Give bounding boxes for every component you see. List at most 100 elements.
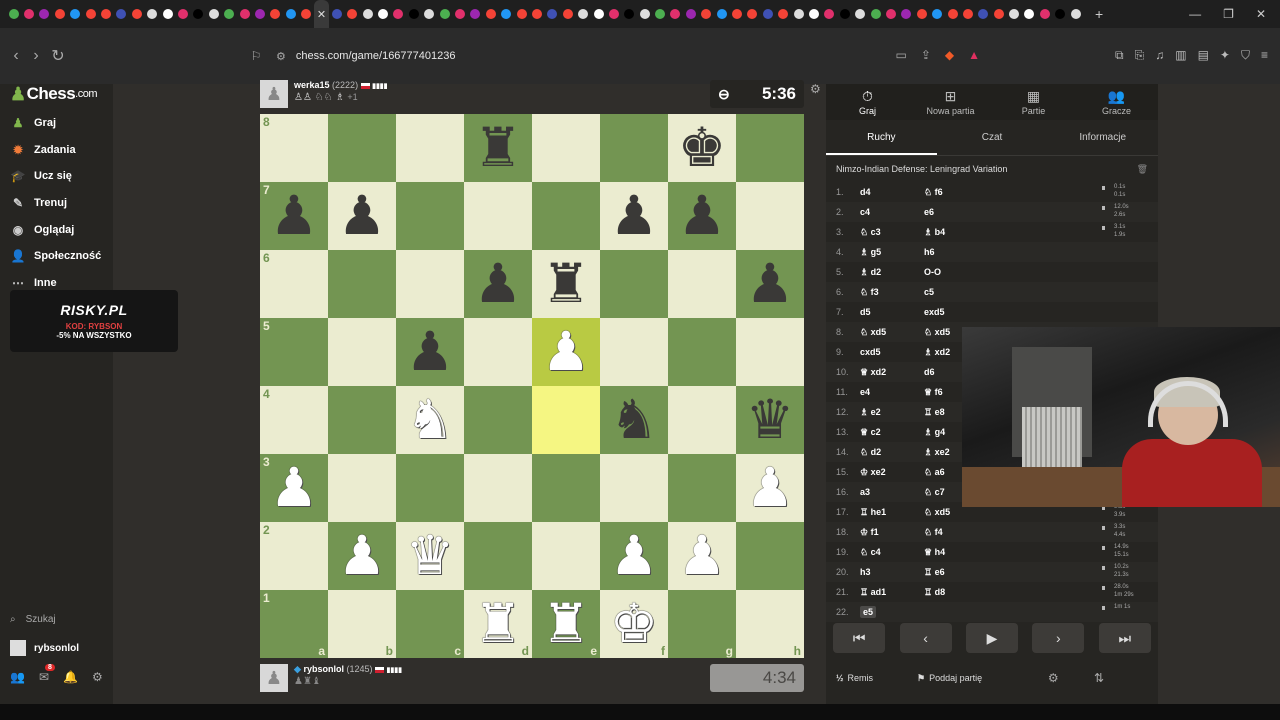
white-move[interactable]: d5 <box>860 307 924 317</box>
square-c3[interactable] <box>396 454 464 522</box>
messages-icon[interactable]: ✉ 8 <box>39 664 55 684</box>
square-f1[interactable]: f ♚ <box>600 590 668 658</box>
square-c8[interactable] <box>396 114 464 182</box>
browser-tab[interactable] <box>1022 0 1037 28</box>
browser-tab[interactable] <box>914 0 929 28</box>
reload-icon[interactable]: ↻ <box>48 46 68 66</box>
browser-tab[interactable] <box>360 0 375 28</box>
white-move[interactable]: ♔ xe2 <box>860 467 924 478</box>
white-move[interactable]: h3 <box>860 567 924 577</box>
browser-tab[interactable] <box>929 0 944 28</box>
vpn-icon[interactable]: ⛉ <box>1241 48 1250 63</box>
black-king-icon[interactable]: ♚ <box>678 121 726 175</box>
browser-tab[interactable] <box>68 0 83 28</box>
square-a7[interactable]: 7 ♟ <box>260 182 328 250</box>
cast-icon[interactable]: ▭ <box>895 48 906 62</box>
square-g4[interactable] <box>668 386 736 454</box>
browser-tab[interactable] <box>745 0 760 28</box>
square-b2[interactable]: ♟ <box>328 522 396 590</box>
active-browser-tab[interactable]: ✕ <box>313 0 330 28</box>
browser-tab[interactable] <box>422 0 437 28</box>
friends-icon[interactable]: 👥 <box>10 670 25 684</box>
browser-tab[interactable] <box>791 0 806 28</box>
square-g3[interactable] <box>668 454 736 522</box>
share-icon[interactable]: ⇪ <box>921 48 931 62</box>
browser-tab[interactable] <box>21 0 36 28</box>
square-d2[interactable] <box>464 522 532 590</box>
white-king-icon[interactable]: ♚ <box>610 597 658 651</box>
square-b7[interactable]: ♟ <box>328 182 396 250</box>
music-icon[interactable]: ♫ <box>1155 48 1164 63</box>
browser-tab[interactable] <box>191 0 206 28</box>
browser-tab[interactable] <box>960 0 975 28</box>
browser-tab[interactable] <box>98 0 113 28</box>
black-move[interactable]: c5 <box>924 287 984 297</box>
opponent-name[interactable]: werka15 (2222) ▮▮▮▮ <box>294 80 388 90</box>
browser-tab[interactable] <box>776 0 791 28</box>
subtab-1[interactable]: Ruchy <box>826 124 937 155</box>
square-a4[interactable]: 4 <box>260 386 328 454</box>
sidebar-user[interactable]: rybsonlol <box>10 640 79 656</box>
black-move[interactable]: ♖ d8 <box>924 587 984 598</box>
subtab-2[interactable]: Czat <box>937 124 1048 155</box>
square-b8[interactable] <box>328 114 396 182</box>
maximize-icon[interactable]: ❐ <box>1223 7 1234 21</box>
square-b4[interactable] <box>328 386 396 454</box>
white-rook-icon[interactable]: ♜ <box>474 597 522 651</box>
leo-icon[interactable]: ✦ <box>1220 48 1230 63</box>
square-e6[interactable]: ♜ <box>532 250 600 318</box>
browser-tab[interactable] <box>129 0 144 28</box>
sidebar-search[interactable]: ⌕ Szukaj <box>10 614 56 625</box>
square-f5[interactable] <box>600 318 668 386</box>
sidebar-item-4[interactable]: ✎ Trenuj <box>10 194 67 212</box>
browser-tab[interactable] <box>868 0 883 28</box>
square-a6[interactable]: 6 <box>260 250 328 318</box>
browser-tab[interactable] <box>1068 0 1083 28</box>
browser-tab[interactable] <box>283 0 298 28</box>
square-e3[interactable] <box>532 454 600 522</box>
white-move[interactable]: ♘ c4 <box>860 547 924 558</box>
square-g1[interactable]: g <box>668 590 736 658</box>
browser-tab[interactable] <box>991 0 1006 28</box>
site-info-icon[interactable]: ⚙ <box>276 50 286 63</box>
white-rook-icon[interactable]: ♜ <box>542 597 590 651</box>
square-g6[interactable] <box>668 250 736 318</box>
square-a8[interactable]: 8 <box>260 114 328 182</box>
flip-board-icon[interactable]: ⇅ <box>1094 671 1104 685</box>
white-pawn-icon[interactable]: ♟ <box>542 325 590 379</box>
forward-icon[interactable]: › <box>26 47 46 65</box>
square-f6[interactable] <box>600 250 668 318</box>
browser-tab[interactable] <box>499 0 514 28</box>
white-move[interactable]: ♗ e2 <box>860 407 924 418</box>
black-move[interactable]: ♘ f4 <box>924 527 984 538</box>
white-knight-icon[interactable]: ♞ <box>406 393 454 447</box>
black-pawn-icon[interactable]: ♟ <box>610 189 658 243</box>
black-rook-icon[interactable]: ♜ <box>474 121 522 175</box>
browser-tab[interactable] <box>298 0 313 28</box>
next-move-button[interactable]: › <box>1032 623 1085 653</box>
black-move[interactable]: e6 <box>924 207 984 217</box>
browser-tab[interactable] <box>268 0 283 28</box>
browser-tab[interactable] <box>329 0 344 28</box>
black-move[interactable]: ♖ e6 <box>924 567 984 578</box>
white-pawn-icon[interactable]: ♟ <box>270 461 318 515</box>
black-move[interactable]: ♗ b4 <box>924 227 984 238</box>
brave-rewards-icon[interactable]: ▲ <box>968 48 980 62</box>
square-a1[interactable]: 1a <box>260 590 328 658</box>
white-move[interactable]: e5 <box>860 606 924 618</box>
panel-tab-1[interactable]: ⏱ Graj <box>826 84 909 120</box>
square-g8[interactable]: ♚ <box>668 114 736 182</box>
browser-tab[interactable] <box>637 0 652 28</box>
square-h6[interactable]: ♟ <box>736 250 804 318</box>
square-e8[interactable] <box>532 114 600 182</box>
square-b5[interactable] <box>328 318 396 386</box>
browser-tab[interactable] <box>1037 0 1052 28</box>
square-d5[interactable] <box>464 318 532 386</box>
chess-logo[interactable]: ♟ Chess .com <box>10 84 98 104</box>
browser-tab[interactable] <box>160 0 175 28</box>
black-rook-icon[interactable]: ♜ <box>542 257 590 311</box>
opponent-avatar[interactable]: ♟ <box>260 80 288 108</box>
square-h4[interactable]: ♛ <box>736 386 804 454</box>
square-e4[interactable] <box>532 386 600 454</box>
trash-icon[interactable]: 🗑 <box>1137 164 1148 175</box>
